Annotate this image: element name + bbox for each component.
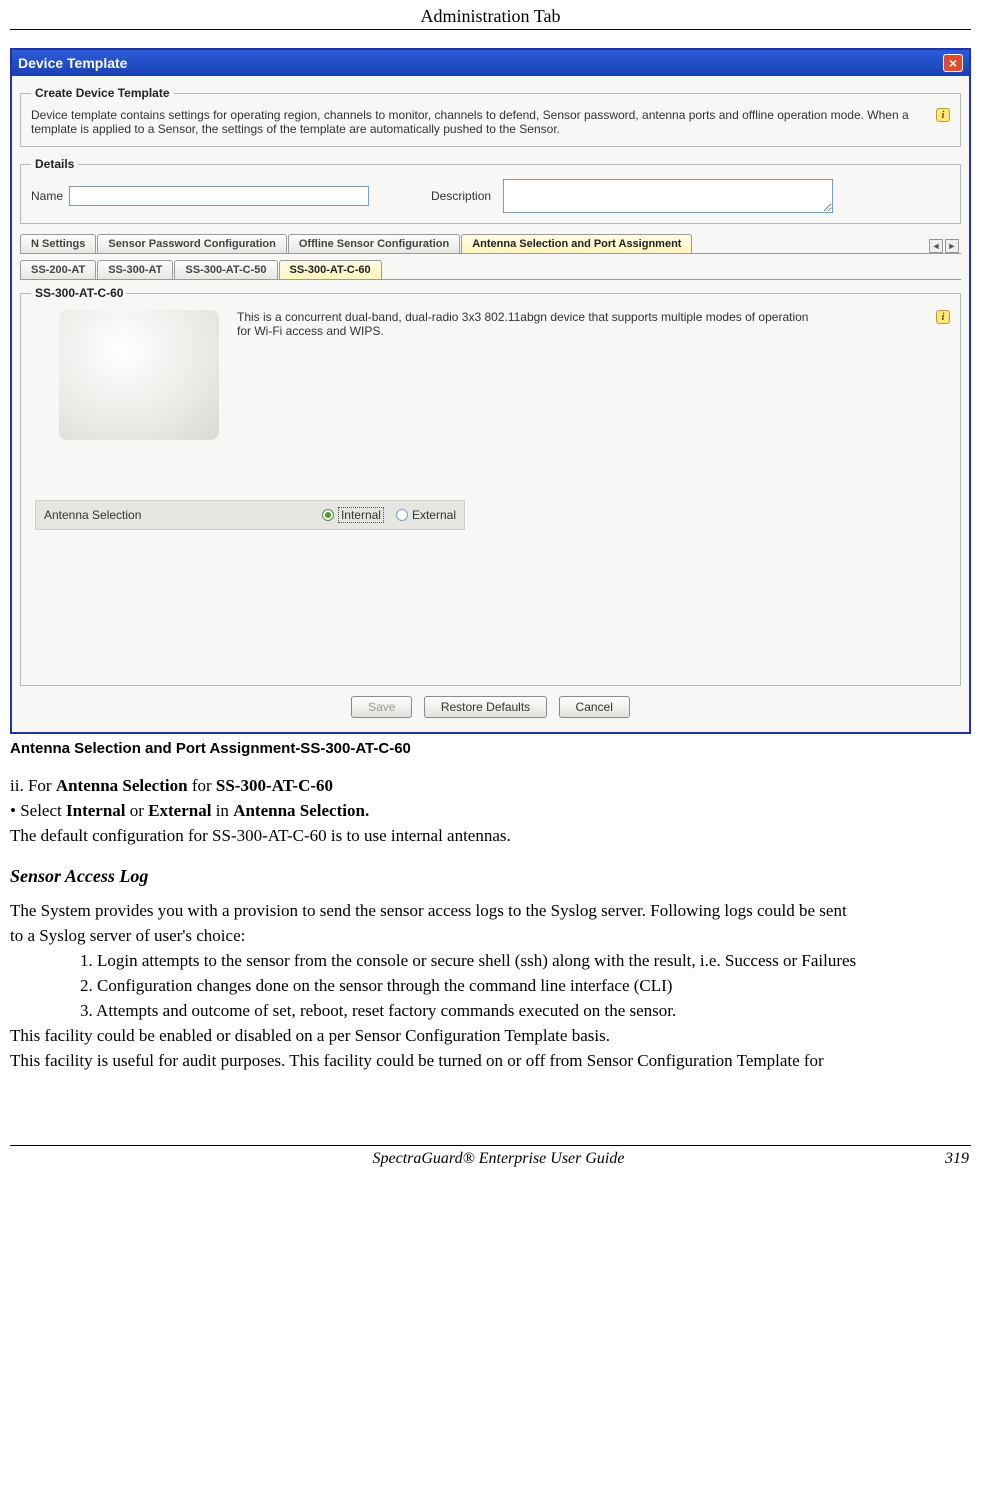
tab-scroll-left-icon[interactable]: ◄ xyxy=(929,239,943,253)
radio-icon xyxy=(396,509,408,521)
section-heading: Sensor Access Log xyxy=(10,864,971,888)
model-content-group: SS-300-AT-C-60 i This is a concurrent du… xyxy=(20,286,961,686)
model-tabs: SS-200-AT SS-300-AT SS-300-AT-C-50 SS-30… xyxy=(20,260,961,280)
create-template-legend: Create Device Template xyxy=(31,86,174,100)
restore-defaults-button[interactable]: Restore Defaults xyxy=(424,696,547,718)
cancel-button[interactable]: Cancel xyxy=(559,696,630,718)
create-template-desc: Device template contains settings for op… xyxy=(31,108,950,136)
radio-internal-label: Internal xyxy=(338,507,384,523)
tab-offline-sensor[interactable]: Offline Sensor Configuration xyxy=(288,234,460,253)
tab-antenna-selection[interactable]: Antenna Selection and Port Assignment xyxy=(461,234,692,253)
tab-ss-300-at[interactable]: SS-300-AT xyxy=(97,260,173,279)
dialog-titlebar: Device Template × xyxy=(12,50,969,76)
page-footer: SpectraGuard® Enterprise User Guide 319 xyxy=(0,1150,981,1184)
radio-internal[interactable]: Internal xyxy=(322,507,384,523)
header-rule xyxy=(10,29,971,30)
footer-rule xyxy=(10,1145,971,1146)
footer-page-number: 319 xyxy=(945,1150,969,1168)
tab-n-settings[interactable]: N Settings xyxy=(20,234,96,253)
tab-scroll-right-icon[interactable]: ► xyxy=(945,239,959,253)
save-button[interactable]: Save xyxy=(351,696,412,718)
details-legend: Details xyxy=(31,157,78,171)
description-label: Description xyxy=(431,189,491,203)
model-content-legend: SS-300-AT-C-60 xyxy=(31,286,127,300)
device-template-dialog: Device Template × Create Device Template… xyxy=(10,48,971,734)
antenna-selection-row: Antenna Selection Internal External xyxy=(35,500,465,530)
details-group: Details Name Description xyxy=(20,157,961,224)
tab-ss-300-at-c-50[interactable]: SS-300-AT-C-50 xyxy=(174,260,277,279)
dialog-button-row: Save Restore Defaults Cancel xyxy=(20,686,961,724)
antenna-selection-label: Antenna Selection xyxy=(44,508,294,522)
footer-center: SpectraGuard® Enterprise User Guide xyxy=(52,1150,945,1168)
tab-ss-200-at[interactable]: SS-200-AT xyxy=(20,260,96,279)
close-icon[interactable]: × xyxy=(943,54,963,72)
info-icon[interactable]: i xyxy=(936,310,950,324)
create-template-group: Create Device Template i Device template… xyxy=(20,86,961,147)
radio-external[interactable]: External xyxy=(396,508,456,522)
info-icon[interactable]: i xyxy=(936,108,950,122)
dialog-title: Device Template xyxy=(18,55,127,71)
radio-external-label: External xyxy=(412,508,456,522)
name-label: Name xyxy=(31,189,63,203)
tab-ss-300-at-c-60[interactable]: SS-300-AT-C-60 xyxy=(279,260,382,279)
page-header-title: Administration Tab xyxy=(0,0,981,29)
figure-caption: Antenna Selection and Port Assignment-SS… xyxy=(10,740,971,757)
device-image xyxy=(59,310,219,440)
document-body: ii. For Antenna Selection for SS-300-AT-… xyxy=(10,775,971,1073)
tab-sensor-password[interactable]: Sensor Password Configuration xyxy=(97,234,286,253)
description-input[interactable] xyxy=(503,179,833,213)
name-input[interactable] xyxy=(69,186,369,206)
main-tabs: N Settings Sensor Password Configuration… xyxy=(20,234,961,254)
radio-icon xyxy=(322,509,334,521)
